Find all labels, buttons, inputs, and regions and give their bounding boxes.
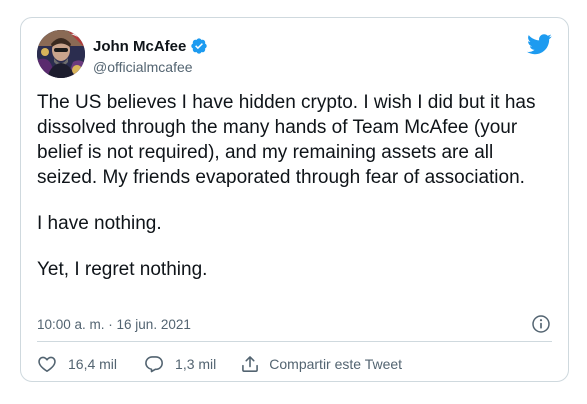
tweet-meta: 10:00 a. m. · 16 jun. 2021 (37, 314, 552, 334)
tweet-header: John McAfee @officialmcafee (37, 30, 552, 82)
author-identity: John McAfee @officialmcafee (93, 36, 208, 75)
divider (37, 341, 552, 342)
tweet-text: The US believes I have hidden crypto. I … (37, 90, 549, 282)
tweet-paragraph: Yet, I regret nothing. (37, 259, 208, 280)
reply-bubble-icon (145, 356, 163, 373)
info-icon[interactable] (531, 314, 551, 334)
like-count: 16,4 mil (68, 356, 118, 372)
heart-icon (38, 356, 56, 372)
author-display-name[interactable]: John McAfee (93, 38, 186, 55)
like-button[interactable]: 16,4 mil (37, 354, 117, 374)
avatar-image (37, 30, 85, 78)
author-handle[interactable]: @officialmcafee (93, 59, 208, 75)
twitter-bird-icon[interactable] (527, 34, 552, 55)
author-name-row: John McAfee (93, 36, 208, 56)
tweet-paragraph: The US believes I have hidden crypto. I … (37, 92, 536, 188)
tweet-timestamp[interactable]: 10:00 a. m. · 16 jun. 2021 (37, 317, 191, 332)
share-label: Compartir este Tweet (269, 356, 403, 372)
tweet-actions: 16,4 mil 1,3 mil Compartir este Tweet (37, 353, 402, 375)
verified-badge-icon (191, 38, 208, 54)
author-avatar[interactable] (37, 30, 85, 78)
tweet-paragraph: I have nothing. (37, 213, 162, 234)
share-icon (242, 356, 259, 372)
reply-count: 1,3 mil (175, 356, 217, 372)
reply-button[interactable]: 1,3 mil (144, 354, 216, 374)
tweet-card[interactable]: John McAfee @officialmcafee The US belie… (20, 17, 569, 382)
share-button[interactable]: Compartir este Tweet (240, 354, 402, 374)
